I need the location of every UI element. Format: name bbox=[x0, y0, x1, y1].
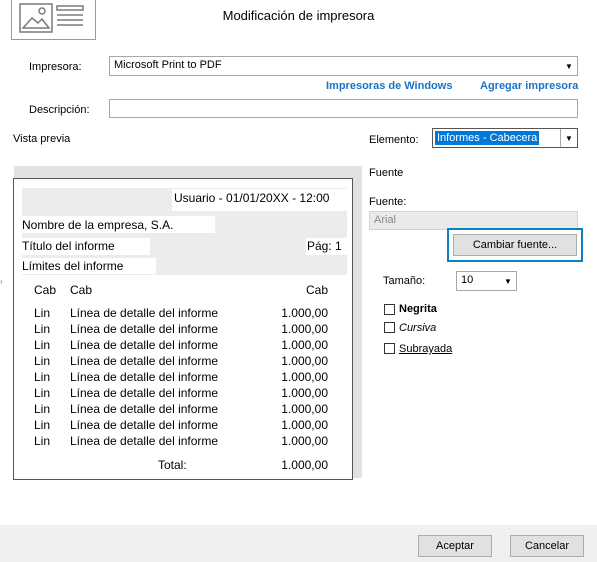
element-select[interactable]: Informes - Cabecera ▼ bbox=[432, 128, 578, 148]
printer-label: Impresora: bbox=[29, 61, 82, 73]
company-name: Nombre de la empresa, S.A. bbox=[22, 218, 174, 232]
column-header: Cab bbox=[70, 283, 93, 297]
windows-printers-link[interactable]: Impresoras de Windows bbox=[326, 80, 452, 92]
description-label: Descripción: bbox=[29, 104, 90, 116]
dialog-title: Modificación de impresora bbox=[222, 8, 375, 23]
chevron-down-icon[interactable]: ▼ bbox=[560, 129, 577, 147]
total-value: 1.000,00 bbox=[281, 458, 328, 472]
detail-row: Lin Línea de detalle del informe 1.000,0… bbox=[34, 322, 328, 336]
font-label: Fuente: bbox=[369, 196, 407, 208]
detail-row: Lin Línea de detalle del informe 1.000,0… bbox=[34, 418, 328, 432]
total-row: Total: 1.000,00 bbox=[14, 458, 354, 474]
italic-checkbox[interactable] bbox=[384, 322, 395, 333]
report-limits: Límites del informe bbox=[22, 259, 124, 273]
element-label: Elemento: bbox=[369, 134, 419, 146]
detail-row: Lin Línea de detalle del informe 1.000,0… bbox=[34, 434, 328, 448]
chevron-down-icon[interactable]: ▼ bbox=[561, 57, 577, 75]
size-value: 10 bbox=[461, 274, 474, 286]
column-header-row: Cab Cab Cab bbox=[14, 283, 354, 299]
printer-value: Microsoft Print to PDF bbox=[114, 59, 222, 71]
cancel-button[interactable]: Cancelar bbox=[510, 535, 584, 557]
detail-row: Lin Línea de detalle del informe 1.000,0… bbox=[34, 370, 328, 384]
detail-row: Lin Línea de detalle del informe 1.000,0… bbox=[34, 386, 328, 400]
detail-row: Lin Línea de detalle del informe 1.000,0… bbox=[34, 402, 328, 416]
detail-row: Lin Línea de detalle del informe 1.000,0… bbox=[34, 338, 328, 352]
report-title: Título del informe bbox=[22, 239, 115, 253]
page-number: Pág: 1 bbox=[307, 239, 342, 253]
user-line: Usuario - 01/01/20XX - 12:00 bbox=[174, 191, 330, 205]
preview-label: Vista previa bbox=[13, 133, 71, 145]
bold-checkbox[interactable] bbox=[384, 304, 395, 315]
detail-row: Lin Línea de detalle del informe 1.000,0… bbox=[34, 354, 328, 368]
element-value: Informes - Cabecera bbox=[435, 131, 540, 145]
detail-row: Lin Línea de detalle del informe 1.000,0… bbox=[34, 306, 328, 320]
chevron-right-icon: › bbox=[0, 277, 3, 286]
size-label: Tamaño: bbox=[383, 275, 426, 287]
font-value: Arial bbox=[374, 214, 397, 226]
column-header: Cab bbox=[34, 283, 57, 297]
preview-page: Usuario - 01/01/20XX - 12:00 Nombre de l… bbox=[13, 178, 353, 480]
underline-label: Subrayada bbox=[399, 343, 453, 355]
chevron-down-icon[interactable]: ▼ bbox=[500, 272, 516, 290]
italic-label: Cursiva bbox=[399, 322, 437, 334]
font-section-heading: Fuente bbox=[369, 167, 404, 179]
report-header-band: Usuario - 01/01/20XX - 12:00 Nombre de l… bbox=[22, 188, 347, 275]
column-header: Cab bbox=[305, 283, 328, 297]
add-printer-link[interactable]: Agregar impresora bbox=[480, 80, 578, 92]
total-label: Total: bbox=[158, 458, 187, 472]
description-input[interactable] bbox=[109, 99, 578, 118]
accept-button[interactable]: Aceptar bbox=[418, 535, 492, 557]
change-font-button[interactable]: Cambiar fuente... bbox=[453, 234, 577, 256]
printer-select[interactable]: Microsoft Print to PDF ▼ bbox=[109, 56, 578, 76]
bold-label: Negrita bbox=[399, 303, 437, 315]
dialog-footer bbox=[0, 525, 597, 562]
size-select[interactable]: 10 ▼ bbox=[456, 271, 517, 291]
underline-checkbox[interactable] bbox=[384, 343, 395, 354]
